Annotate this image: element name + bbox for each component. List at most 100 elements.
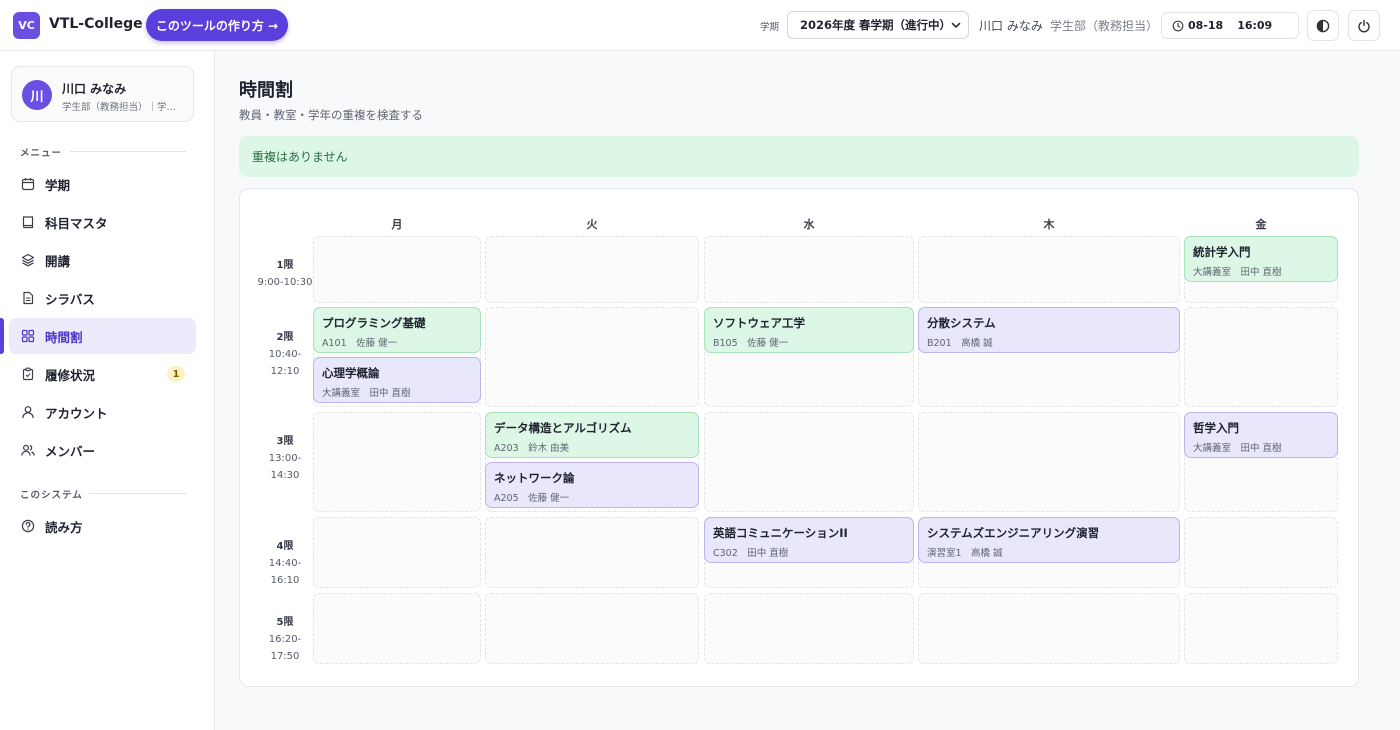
sidebar-item-timetable[interactable]: 時間割	[9, 318, 196, 354]
timetable-cell[interactable]	[313, 593, 481, 664]
day-header-tue: 火	[586, 218, 598, 231]
chevron-down-icon	[951, 22, 961, 28]
app-logo[interactable]: VC	[13, 12, 40, 39]
period-time-end: 17:50	[270, 651, 300, 662]
period-label-2: 2限 10:40- 12:10	[254, 329, 316, 380]
course-block[interactable]: 心理学概論 大講義室 田中 直樹	[313, 357, 481, 403]
timetable-card: 月 火 水 木 金 1限 9:00-10:30 2限 10:40- 12:10 …	[239, 188, 1359, 687]
course-name: 心理学概論	[322, 366, 380, 380]
sidebar-item-course-master[interactable]: 科目マスタ	[9, 204, 196, 240]
timetable-cell[interactable]	[918, 593, 1180, 664]
course-block[interactable]: ソフトウェア工学 B105 佐藤 健一	[704, 307, 914, 353]
period-label-3: 3限 13:00- 14:30	[254, 433, 316, 484]
day-header-mon: 月	[391, 218, 403, 231]
timetable-cell[interactable]	[704, 236, 914, 303]
course-meta: A203 鈴木 由美	[494, 443, 570, 454]
sidebar-item-label: 学期	[45, 177, 71, 193]
sidebar-item-account[interactable]: アカウント	[9, 394, 196, 430]
sidebar-item-enrollment[interactable]: 履修状況 1	[9, 356, 196, 392]
calendar-icon	[21, 178, 35, 191]
sidebar-item-label: アカウント	[45, 405, 108, 421]
course-name: 統計学入門	[1193, 245, 1251, 259]
menu-section-label: メニュー	[20, 148, 63, 159]
header-user-dept: 学生部（教務担当）	[1050, 19, 1159, 33]
course-block[interactable]: 分散システム B201 高橋 誠	[918, 307, 1180, 353]
timetable-cell[interactable]	[485, 517, 699, 588]
timetable-cell[interactable]	[918, 412, 1180, 512]
period-label-4: 4限 14:40- 16:10	[254, 538, 316, 589]
course-name: 哲学入門	[1193, 421, 1239, 435]
course-meta: B105 佐藤 健一	[713, 338, 789, 349]
timetable-cell[interactable]	[313, 236, 481, 303]
timetable-cell[interactable]	[918, 236, 1180, 303]
sidebar-item-members[interactable]: メンバー	[9, 432, 196, 468]
timetable-cell[interactable]	[313, 412, 481, 512]
timetable-cell[interactable]	[704, 593, 914, 664]
term-select[interactable]: 2026年度 春学期（進行中）	[787, 11, 969, 39]
profile-name: 川口 みなみ	[62, 82, 127, 96]
course-block[interactable]: プログラミング基礎 A101 佐藤 健一	[313, 307, 481, 353]
course-block[interactable]: 英語コミュニケーションII C302 田中 直樹	[704, 517, 914, 563]
course-block[interactable]: システムズエンジニアリング演習 演習室1 高橋 誠	[918, 517, 1180, 563]
active-indicator	[0, 318, 4, 354]
sidebar-item-offerings[interactable]: 開講	[9, 242, 196, 278]
course-meta: 演習室1 高橋 誠	[927, 548, 1003, 559]
period-time-end: 16:10	[270, 575, 300, 586]
course-meta: A205 佐藤 健一	[494, 493, 570, 504]
timetable-cell[interactable]	[485, 236, 699, 303]
sidebar-item-label: 読み方	[45, 519, 83, 535]
course-block[interactable]: 統計学入門 大講義室 田中 直樹	[1184, 236, 1338, 282]
sidebar-item-guide[interactable]: 読み方	[9, 508, 196, 544]
course-meta: 大講義室 田中 直樹	[322, 388, 411, 399]
sidebar-item-terms[interactable]: 学期	[9, 166, 196, 202]
timetable-cell[interactable]	[704, 412, 914, 512]
period-time: 9:00-10:30	[257, 277, 313, 288]
sidebar-item-label: 科目マスタ	[45, 215, 108, 231]
system-divider	[89, 493, 186, 494]
course-block[interactable]: データ構造とアルゴリズム A203 鈴木 由美	[485, 412, 699, 458]
logout-button[interactable]	[1348, 10, 1380, 41]
page-title: 時間割	[239, 80, 293, 101]
top-header: VC VTL-College このツールの作り方 → 学期 2026年度 春学期…	[0, 0, 1400, 51]
app-name[interactable]: VTL-College	[49, 16, 143, 32]
sidebar-item-label: 開講	[45, 253, 71, 269]
clipboard-icon	[22, 367, 34, 381]
profile-card[interactable]: 川 川口 みなみ 学生部（教務担当）｜学…	[11, 66, 194, 122]
course-block[interactable]: 哲学入門 大講義室 田中 直樹	[1184, 412, 1338, 458]
howto-button[interactable]: このツールの作り方 →	[146, 9, 288, 41]
period-time-start: 10:40-	[268, 349, 302, 360]
course-name: ソフトウェア工学	[713, 316, 805, 330]
sidebar-item-label: 履修状況	[45, 367, 96, 383]
help-circle-icon	[21, 519, 35, 533]
timetable-cell[interactable]	[485, 593, 699, 664]
course-name: ネットワーク論	[494, 471, 575, 485]
theme-toggle-button[interactable]	[1307, 10, 1339, 41]
grid-icon	[21, 329, 35, 343]
timetable-cell[interactable]	[1184, 307, 1338, 407]
timetable-cell[interactable]	[1184, 517, 1338, 588]
day-header-fri: 金	[1255, 218, 1267, 231]
system-section-label: このシステム	[20, 490, 83, 501]
period-time-end: 12:10	[270, 366, 300, 377]
course-block[interactable]: ネットワーク論 A205 佐藤 健一	[485, 462, 699, 508]
notification-badge: 1	[167, 366, 185, 382]
course-name: プログラミング基礎	[322, 316, 426, 330]
period-time-start: 13:00-	[268, 453, 302, 464]
course-name: データ構造とアルゴリズム	[494, 421, 632, 435]
timetable-cell[interactable]	[1184, 593, 1338, 664]
course-name: 英語コミュニケーションII	[713, 526, 848, 540]
timetable-cell[interactable]	[485, 307, 699, 407]
power-icon	[1358, 19, 1370, 32]
sidebar-item-syllabus[interactable]: シラバス	[9, 280, 196, 316]
timetable-cell[interactable]	[313, 517, 481, 588]
header-user-name: 川口 みなみ	[979, 19, 1043, 33]
period-time-end: 14:30	[270, 470, 300, 481]
users-icon	[21, 444, 35, 456]
menu-divider	[70, 151, 186, 152]
sidebar-item-label: シラバス	[45, 291, 95, 307]
book-icon	[22, 216, 34, 229]
course-meta: A101 佐藤 健一	[322, 338, 398, 349]
term-label: 学期	[760, 22, 780, 33]
sidebar: 川 川口 みなみ 学生部（教務担当）｜学… メニュー 学期 科目マスタ 開講 シ…	[0, 51, 215, 730]
course-name: システムズエンジニアリング演習	[927, 526, 1100, 540]
